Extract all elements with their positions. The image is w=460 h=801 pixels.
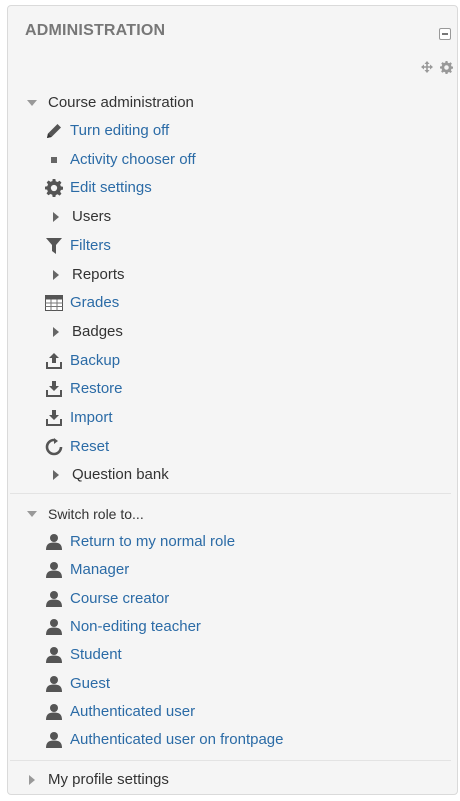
user-icon (44, 560, 64, 580)
item-label: Guest (70, 674, 111, 692)
switch-role-node[interactable]: Switch role to... (24, 501, 144, 527)
course-administration-label: Course administration (48, 94, 194, 111)
course-admin-item-backup[interactable]: Backup (44, 348, 120, 374)
user-icon (44, 730, 64, 750)
item-label: Activity chooser off (70, 150, 196, 168)
user-icon (44, 617, 64, 637)
item-label: Authenticated user on frontpage (70, 731, 284, 749)
square-bullet-icon (44, 150, 64, 170)
course-admin-item-edit-settings[interactable]: Edit settings (44, 175, 152, 201)
course-admin-item-activity-chooser-off[interactable]: Activity chooser off (44, 147, 196, 173)
item-label: Reset (70, 437, 110, 455)
my-profile-settings-node[interactable]: My profile settings (24, 767, 169, 793)
switch-role-item-return-to-my-normal-role[interactable]: Return to my normal role (44, 529, 235, 555)
course-admin-item-filters[interactable]: Filters (44, 233, 111, 259)
switch-role-item-course-creator[interactable]: Course creator (44, 586, 169, 612)
filter-icon (44, 236, 64, 256)
item-label: Student (70, 646, 122, 664)
switch-role-item-guest[interactable]: Guest (44, 671, 110, 697)
caret-down-icon (24, 506, 40, 522)
item-label: Manager (70, 561, 130, 579)
pencil-icon (44, 121, 64, 141)
item-label: Edit settings (70, 179, 152, 197)
course-admin-item-badges[interactable]: Badges (46, 319, 123, 345)
refresh-icon (44, 437, 64, 457)
upload-icon (44, 351, 64, 371)
move-icon[interactable] (421, 61, 433, 73)
course-admin-item-question-bank[interactable]: Question bank (46, 462, 169, 488)
item-label: Reports (72, 265, 125, 283)
caret-right-icon (24, 772, 40, 788)
switch-role-item-manager[interactable]: Manager (44, 557, 129, 583)
item-label: Filters (70, 236, 111, 254)
table-icon (44, 293, 64, 313)
item-label: Badges (72, 322, 123, 340)
section-divider (10, 493, 451, 494)
section-divider (10, 760, 451, 761)
caret-down-icon (24, 95, 40, 111)
course-admin-item-turn-editing-off[interactable]: Turn editing off (44, 118, 169, 144)
item-label: Authenticated user (70, 702, 196, 720)
caret-right-icon (46, 265, 66, 285)
user-icon (44, 532, 64, 552)
switch-role-item-non-editing-teacher[interactable]: Non-editing teacher (44, 614, 201, 640)
course-administration-node[interactable]: Course administration (24, 90, 194, 116)
course-admin-item-users[interactable]: Users (46, 204, 111, 230)
user-icon (44, 589, 64, 609)
item-label: Import (70, 409, 113, 426)
caret-right-icon (46, 322, 66, 342)
user-icon (44, 645, 64, 665)
caret-right-icon (46, 207, 66, 227)
download-icon (44, 408, 64, 428)
item-label: Return to my normal role (70, 533, 236, 550)
my-profile-settings-label: My profile settings (48, 771, 169, 788)
course-admin-item-reset[interactable]: Reset (44, 434, 109, 460)
user-icon (44, 702, 64, 722)
switch-role-item-authenticated-user[interactable]: Authenticated user (44, 699, 195, 725)
user-icon (44, 674, 64, 694)
item-label: Backup (70, 351, 121, 369)
course-admin-item-reports[interactable]: Reports (46, 262, 125, 288)
block-title: ADMINISTRATION (25, 22, 166, 39)
caret-right-icon (46, 465, 66, 485)
collapse-icon[interactable] (439, 28, 451, 40)
course-admin-item-restore[interactable]: Restore (44, 376, 123, 402)
course-admin-item-import[interactable]: Import (44, 405, 113, 431)
item-label: Question bank (72, 466, 169, 484)
switch-role-item-student[interactable]: Student (44, 642, 122, 668)
item-label: Restore (70, 380, 123, 398)
item-label: Course creator (70, 589, 170, 607)
item-label: Users (72, 208, 112, 226)
item-label: Non-editing teacher (70, 617, 201, 635)
block-header: ADMINISTRATION (8, 6, 457, 96)
item-label: Grades (70, 294, 120, 312)
course-admin-item-grades[interactable]: Grades (44, 290, 119, 316)
switch-role-item-authenticated-user-on-frontpage[interactable]: Authenticated user on frontpage (44, 727, 284, 753)
download-icon (44, 379, 64, 399)
gear-icon (44, 178, 64, 198)
item-label: Turn editing off (70, 122, 170, 139)
gear-icon[interactable] (440, 61, 453, 74)
switch-role-label: Switch role to... (48, 506, 144, 522)
